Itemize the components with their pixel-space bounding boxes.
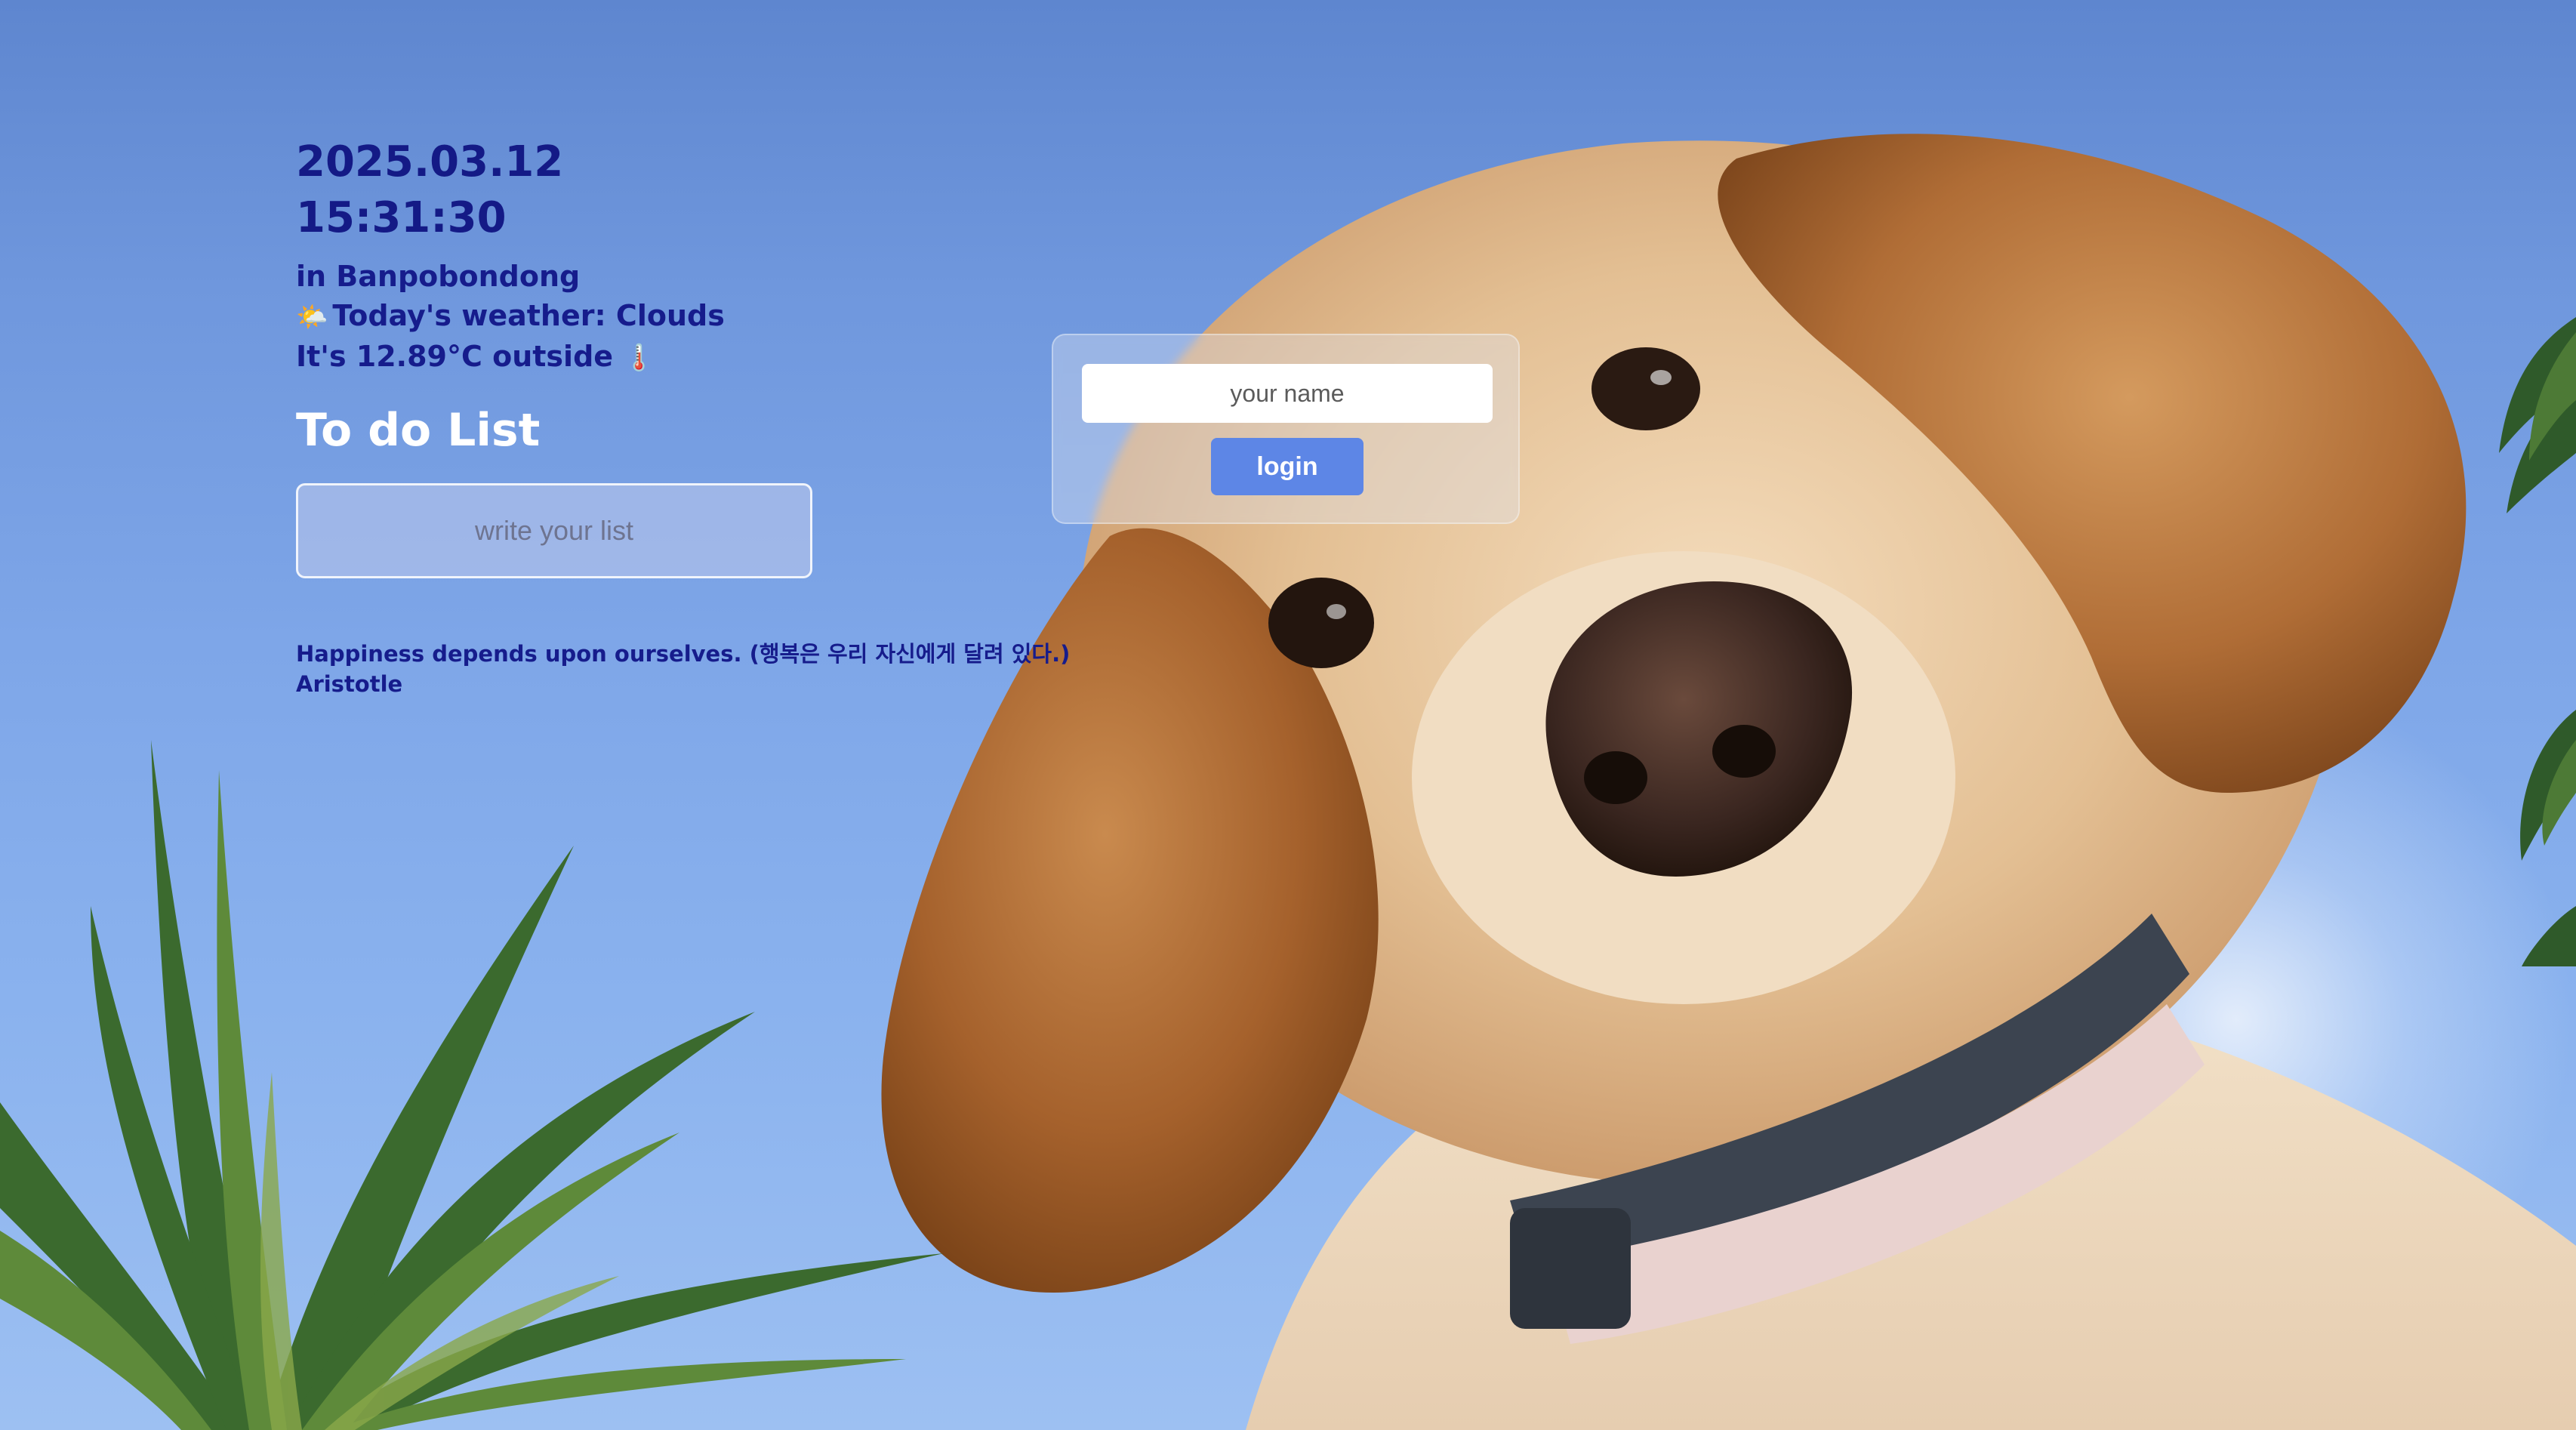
login-form: login [1052,334,1520,524]
sun-behind-cloud-icon: 🌤️ [296,302,328,332]
quote-text: Happiness depends upon ourselves. (행복은 우… [296,641,1071,667]
weather-condition-label: Today's weather: Clouds [332,299,725,332]
info-panel: 2025.03.12 15:31:30 in Banpobondong 🌤️ To… [296,134,1070,699]
clock: 2025.03.12 15:31:30 [296,134,1070,246]
location-text: in Banpobondong [296,260,581,293]
thermometer-icon: 🌡️ [623,343,655,373]
palm-tree-image [0,740,944,1430]
quote-block: Happiness depends upon ourselves. (행복은 우… [296,639,1070,699]
date-display: 2025.03.12 [296,137,564,186]
weather-condition-text: 🌤️ Today's weather: Clouds [296,296,1070,337]
temperature-label: It's 12.89°C outside [296,340,614,373]
name-input[interactable] [1082,364,1493,423]
todo-title: To do List [296,404,541,457]
temperature-text: It's 12.89°C outside 🌡️ [296,337,1070,378]
weather-widget: in Banpobondong 🌤️ Today's weather: Cloud… [296,257,1070,378]
todo-input[interactable] [296,483,812,578]
login-button[interactable]: login [1211,438,1363,495]
quote-author: Aristotle [296,671,403,697]
time-display: 15:31:30 [296,193,507,242]
